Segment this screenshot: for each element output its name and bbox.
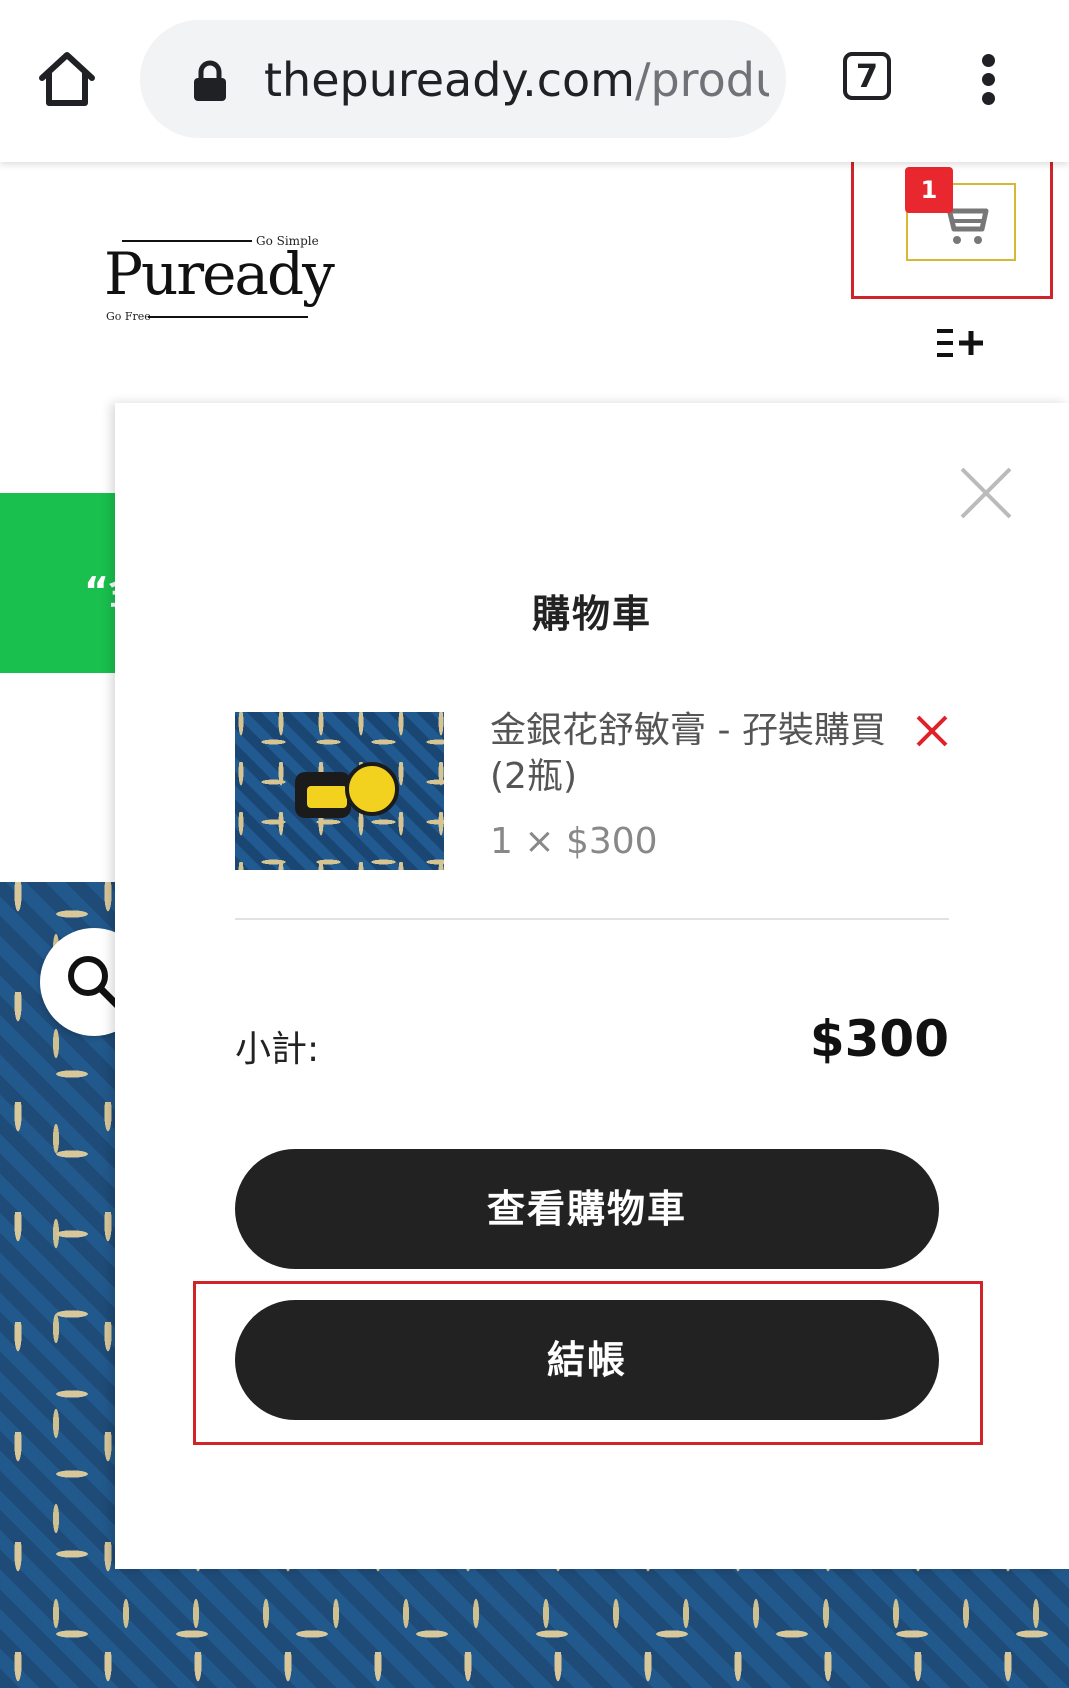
jar-label <box>307 786 347 808</box>
product-thumbnail[interactable] <box>235 712 444 870</box>
address-bar[interactable]: thepuready.com/produ <box>140 20 786 138</box>
logo-line-bottom <box>148 316 308 318</box>
logo-tagline-bottom: Go Free <box>106 310 151 323</box>
subtotal-value: $300 <box>809 1010 949 1068</box>
url-host: thepuready.com <box>264 53 635 107</box>
browser-toolbar: thepuready.com/produ 7 <box>0 0 1069 162</box>
divider <box>235 918 949 920</box>
checkout-highlight-box <box>193 1281 983 1445</box>
menu-plus-icon[interactable] <box>935 328 987 358</box>
jar-image <box>295 772 351 818</box>
logo-brand: Puready <box>104 240 335 308</box>
remove-item-icon[interactable] <box>914 713 950 749</box>
site-logo[interactable]: Go Simple Puready Go Free <box>104 232 335 326</box>
url-text: thepuready.com/produ <box>264 50 769 110</box>
kebab-menu-icon[interactable] <box>982 54 996 106</box>
tab-switcher-button[interactable]: 7 <box>843 52 891 100</box>
product-name-link[interactable]: 金銀花舒敏膏 - 孖裝購買(2瓶) <box>490 708 890 800</box>
home-icon[interactable] <box>36 48 98 110</box>
drawer-title: 購物車 <box>531 592 652 636</box>
lock-icon <box>192 60 228 102</box>
jar-lid-image <box>345 762 399 816</box>
item-quantity-price: 1 × $300 <box>490 821 658 862</box>
view-cart-button[interactable]: 查看購物車 <box>235 1149 939 1269</box>
close-icon[interactable] <box>958 465 1014 521</box>
subtotal-label: 小計: <box>235 1029 320 1070</box>
url-path: /produ <box>634 53 769 107</box>
